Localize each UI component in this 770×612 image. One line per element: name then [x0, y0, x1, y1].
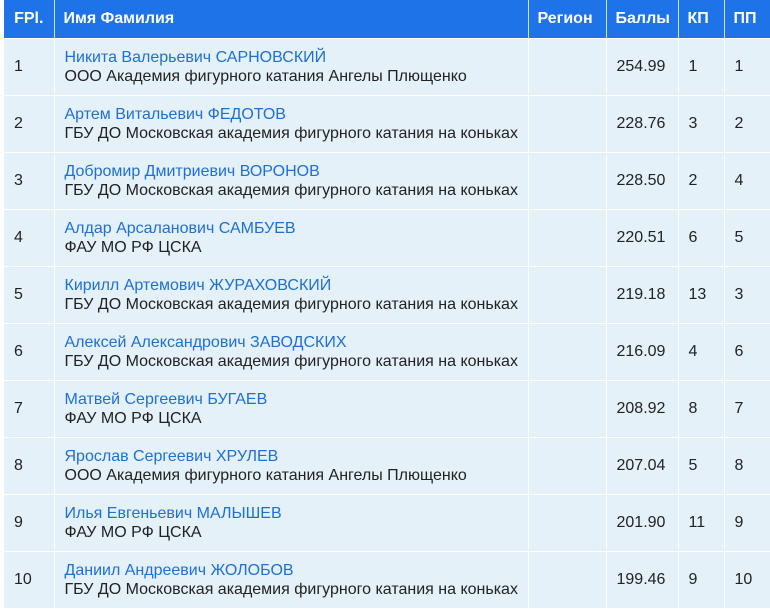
column-header-points[interactable]: Баллы [606, 0, 679, 38]
skater-club: ГБУ ДО Московская академия фигурного кат… [64, 124, 518, 142]
cell-sp-place: 8 [678, 380, 725, 438]
cell-points: 207.04 [606, 437, 679, 495]
cell-fs-place: 9 [724, 494, 770, 552]
skater-club: ФАУ МО РФ ЦСКА [64, 409, 202, 427]
cell-points: 220.51 [606, 209, 679, 267]
cell-points: 254.99 [606, 37, 679, 96]
cell-fs-place: 2 [724, 95, 770, 153]
results-table: FPl. Имя Фамилия Регион Баллы КП ПП 1 Ник… [4, 0, 770, 609]
skater-club: ГБУ ДО Московская академия фигурного кат… [64, 181, 518, 199]
cell-skater: Ярослав Сергеевич ХРУЛЕВ ООО Академия фиг… [54, 437, 529, 495]
skater-name-link[interactable]: Никита Валерьевич САРНОВСКИЙ [65, 48, 518, 67]
cell-sp-place: 5 [678, 437, 725, 495]
column-header-name[interactable]: Имя Фамилия [54, 0, 529, 38]
table-row: 2 Артем Витальевич ФЕДОТОВ ГБУ ДО Московск… [4, 95, 770, 153]
skater-club: ГБУ ДО Московская академия фигурного кат… [64, 580, 518, 598]
cell-points: 216.09 [606, 323, 679, 381]
cell-fs-place: 1 [724, 37, 770, 96]
cell-fpl: 9 [4, 494, 55, 552]
skater-name-link[interactable]: Матвей Сергеевич БУГАЕВ [65, 390, 518, 409]
cell-fpl: 10 [4, 551, 55, 609]
table-header-row: FPl. Имя Фамилия Регион Баллы КП ПП [4, 0, 770, 38]
cell-fs-place: 6 [724, 323, 770, 381]
table-row: 1 Никита Валерьевич САРНОВСКИЙ ООО Академи… [4, 37, 770, 96]
cell-region [528, 209, 607, 267]
cell-fs-place: 8 [724, 437, 770, 495]
cell-fs-place: 5 [724, 209, 770, 267]
cell-fs-place: 7 [724, 380, 770, 438]
skater-club: ФАУ МО РФ ЦСКА [64, 238, 202, 256]
cell-skater: Добромир Дмитриевич ВОРОНОВ ГБУ ДО Москов… [54, 152, 529, 210]
skater-name-link[interactable]: Даниил Андреевич ЖОЛОБОВ [65, 561, 518, 580]
cell-points: 228.50 [606, 152, 679, 210]
skater-club: ФАУ МО РФ ЦСКА [64, 523, 202, 541]
cell-region [528, 37, 607, 96]
table-row: 9 Илья Евгеньевич МАЛЫШЕВ ФАУ МО РФ ЦСКА 20… [4, 494, 770, 552]
cell-fpl: 8 [4, 437, 55, 495]
column-header-fs[interactable]: ПП [724, 0, 770, 38]
cell-region [528, 323, 607, 381]
cell-sp-place: 4 [678, 323, 725, 381]
cell-skater: Никита Валерьевич САРНОВСКИЙ ООО Академия… [54, 37, 529, 96]
cell-skater: Матвей Сергеевич БУГАЕВ ФАУ МО РФ ЦСКА [54, 380, 529, 438]
table-row: 5 Кирилл Артемович ЖУРАХОВСКИЙ ГБУ ДО Моск… [4, 266, 770, 324]
cell-skater: Илья Евгеньевич МАЛЫШЕВ ФАУ МО РФ ЦСКА [54, 494, 529, 552]
skater-name-link[interactable]: Кирилл Артемович ЖУРАХОВСКИЙ [65, 276, 518, 295]
cell-sp-place: 1 [678, 37, 725, 96]
cell-fpl: 6 [4, 323, 55, 381]
skater-name-link[interactable]: Алексей Александрович ЗАВОДСКИХ [65, 333, 518, 352]
cell-fs-place: 4 [724, 152, 770, 210]
table-row: 3 Добромир Дмитриевич ВОРОНОВ ГБУ ДО Моско… [4, 152, 770, 210]
cell-fs-place: 10 [724, 551, 770, 609]
cell-region [528, 380, 607, 438]
skater-club: ГБУ ДО Московская академия фигурного кат… [64, 295, 518, 313]
cell-fpl: 4 [4, 209, 55, 267]
cell-points: 219.18 [606, 266, 679, 324]
table-row: 4 Алдар Арсаланович САМБУЕВ ФАУ МО РФ ЦСКА… [4, 209, 770, 267]
cell-skater: Кирилл Артемович ЖУРАХОВСКИЙ ГБУ ДО Моско… [54, 266, 529, 324]
column-header-sp[interactable]: КП [678, 0, 725, 38]
cell-sp-place: 6 [678, 209, 725, 267]
cell-skater: Даниил Андреевич ЖОЛОБОВ ГБУ ДО Московска… [54, 551, 529, 609]
skater-name-link[interactable]: Артем Витальевич ФЕДОТОВ [65, 105, 518, 124]
table-row: 7 Матвей Сергеевич БУГАЕВ ФАУ МО РФ ЦСКА 20… [4, 380, 770, 438]
skater-name-link[interactable]: Илья Евгеньевич МАЛЫШЕВ [65, 504, 518, 523]
cell-region [528, 494, 607, 552]
skater-club: ООО Академия фигурного катания Ангелы Пл… [64, 67, 467, 85]
cell-points: 228.76 [606, 95, 679, 153]
cell-sp-place: 3 [678, 95, 725, 153]
cell-sp-place: 13 [678, 266, 725, 324]
cell-fpl: 2 [4, 95, 55, 153]
cell-points: 201.90 [606, 494, 679, 552]
cell-fpl: 1 [4, 37, 55, 96]
skater-club: ООО Академия фигурного катания Ангелы Пл… [64, 466, 467, 484]
skater-club: ГБУ ДО Московская академия фигурного кат… [64, 352, 518, 370]
column-header-region[interactable]: Регион [528, 0, 607, 38]
cell-sp-place: 9 [678, 551, 725, 609]
table-row: 10 Даниил Андреевич ЖОЛОБОВ ГБУ ДО Московс… [4, 551, 770, 609]
cell-region [528, 266, 607, 324]
cell-points: 199.46 [606, 551, 679, 609]
cell-fs-place: 3 [724, 266, 770, 324]
cell-region [528, 95, 607, 153]
table-row: 8 Ярослав Сергеевич ХРУЛЕВ ООО Академия фи… [4, 437, 770, 495]
cell-sp-place: 11 [678, 494, 725, 552]
cell-region [528, 437, 607, 495]
cell-fpl: 3 [4, 152, 55, 210]
skater-name-link[interactable]: Добромир Дмитриевич ВОРОНОВ [65, 162, 518, 181]
cell-sp-place: 2 [678, 152, 725, 210]
cell-skater: Алдар Арсаланович САМБУЕВ ФАУ МО РФ ЦСКА [54, 209, 529, 267]
cell-skater: Алексей Александрович ЗАВОДСКИХ ГБУ ДО Мо… [54, 323, 529, 381]
column-header-fpl[interactable]: FPl. [4, 0, 55, 38]
cell-points: 208.92 [606, 380, 679, 438]
cell-skater: Артем Витальевич ФЕДОТОВ ГБУ ДО Московска… [54, 95, 529, 153]
cell-region [528, 152, 607, 210]
skater-name-link[interactable]: Ярослав Сергеевич ХРУЛЕВ [65, 447, 518, 466]
cell-fpl: 5 [4, 266, 55, 324]
table-row: 6 Алексей Александрович ЗАВОДСКИХ ГБУ ДО М… [4, 323, 770, 381]
skater-name-link[interactable]: Алдар Арсаланович САМБУЕВ [65, 219, 518, 238]
cell-region [528, 551, 607, 609]
cell-fpl: 7 [4, 380, 55, 438]
